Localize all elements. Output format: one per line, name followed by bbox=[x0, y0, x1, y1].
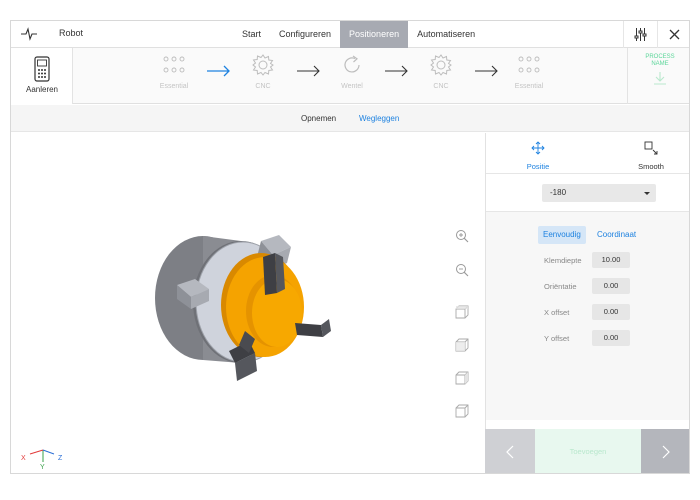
sub-tabs: Opnemen Wegleggen bbox=[11, 105, 689, 132]
tab-configureren[interactable]: Configureren bbox=[270, 21, 340, 48]
step-label: Essential bbox=[159, 83, 189, 90]
axis-x-label: X bbox=[21, 455, 26, 462]
step-label: CNC bbox=[255, 83, 271, 90]
top-bar: Robot Start Configureren Positioneren Au… bbox=[11, 21, 689, 48]
tab-smooth-label: Smooth bbox=[638, 162, 664, 171]
add-button[interactable]: Toevoegen bbox=[535, 429, 641, 473]
angle-select-value: -180 bbox=[550, 188, 567, 197]
close-icon bbox=[669, 29, 680, 40]
app-window: Robot Start Configureren Positioneren Au… bbox=[10, 20, 690, 474]
teach-pendant-button[interactable]: Aanleren bbox=[11, 48, 73, 104]
y-offset-label: Y offset bbox=[544, 334, 570, 343]
smooth-corner-icon bbox=[644, 141, 658, 155]
x-offset-label: X offset bbox=[544, 308, 570, 317]
move-arrows-icon bbox=[531, 141, 545, 155]
pulse-icon[interactable] bbox=[21, 27, 37, 41]
divider bbox=[486, 173, 689, 174]
chevron-right-icon bbox=[662, 445, 670, 459]
gear-icon bbox=[252, 54, 274, 76]
step-cnc-2[interactable]: CNC bbox=[411, 54, 471, 90]
subtab-opnemen[interactable]: Opnemen bbox=[301, 114, 336, 123]
y-offset-input[interactable]: 0.00 bbox=[592, 330, 630, 346]
step-wentel[interactable]: Wentel bbox=[322, 54, 382, 90]
axis-z-label: Z bbox=[58, 455, 63, 462]
process-name-label: PROCESS NAME bbox=[645, 54, 675, 67]
x-offset-input[interactable]: 0.00 bbox=[592, 304, 630, 320]
dots-grid-icon bbox=[163, 56, 185, 73]
tab-positioneren[interactable]: Positioneren bbox=[340, 21, 409, 48]
sliders-icon bbox=[634, 28, 647, 41]
orientatie-label: Oriëntatie bbox=[544, 282, 577, 291]
axis-y-label: Y bbox=[40, 464, 45, 470]
arrow-right-icon bbox=[297, 65, 320, 77]
properties-panel: Positie Smooth -180 Eenvoudig Coordinaat… bbox=[485, 133, 689, 473]
gear-icon bbox=[430, 54, 452, 76]
dots-grid-icon bbox=[518, 56, 540, 73]
next-button[interactable] bbox=[641, 429, 689, 473]
teach-pendant-icon bbox=[34, 56, 50, 82]
step-cnc-1[interactable]: CNC bbox=[233, 54, 293, 90]
download-icon bbox=[653, 72, 666, 85]
app-title: Robot bbox=[59, 28, 84, 38]
3d-viewport[interactable]: X Y Z bbox=[11, 133, 484, 473]
process-name-button[interactable]: PROCESS NAME bbox=[627, 48, 689, 104]
teach-label: Aanleren bbox=[25, 85, 59, 94]
close-button[interactable] bbox=[657, 21, 689, 48]
step-label: Wentel bbox=[341, 83, 363, 90]
step-label: CNC bbox=[433, 83, 449, 90]
view-cube-top-icon[interactable] bbox=[455, 305, 469, 319]
step-essential-1[interactable]: Essential bbox=[144, 54, 204, 90]
panel-footer: Toevoegen bbox=[485, 429, 689, 473]
tab-start[interactable]: Start bbox=[233, 21, 270, 48]
chevron-left-icon bbox=[506, 445, 514, 459]
zoom-out-icon[interactable] bbox=[455, 263, 469, 277]
arrow-right-icon bbox=[475, 65, 498, 77]
rotate-icon bbox=[344, 55, 360, 73]
previous-button[interactable] bbox=[485, 429, 535, 473]
angle-select[interactable]: -180 bbox=[542, 184, 656, 202]
mode-coordinaat-button[interactable]: Coordinaat bbox=[592, 226, 641, 244]
view-cube-side-icon[interactable] bbox=[455, 371, 469, 385]
axes-indicator: X Y Z bbox=[21, 449, 63, 470]
main-nav: Start Configureren Positioneren Automati… bbox=[233, 21, 484, 48]
view-cube-iso-icon[interactable] bbox=[455, 404, 469, 418]
arrow-right-icon-active bbox=[207, 65, 230, 77]
arrow-right-icon bbox=[385, 65, 408, 77]
settings-sliders-button[interactable] bbox=[623, 21, 657, 48]
tab-positie-label: Positie bbox=[526, 162, 550, 171]
tab-automatiseren[interactable]: Automatiseren bbox=[408, 21, 484, 48]
mode-eenvoudig-button[interactable]: Eenvoudig bbox=[538, 226, 586, 244]
klemdiepte-input[interactable]: 10.00 bbox=[592, 252, 630, 268]
process-steps-bar: Aanleren Essential CNC Wentel CNC Essent… bbox=[11, 48, 689, 104]
klemdiepte-label: Klemdiepte bbox=[544, 256, 582, 265]
zoom-in-icon[interactable] bbox=[455, 229, 469, 243]
tab-smooth[interactable]: Smooth bbox=[621, 141, 681, 171]
step-label: Essential bbox=[514, 83, 544, 90]
chevron-down-icon bbox=[644, 192, 650, 195]
step-essential-2[interactable]: Essential bbox=[499, 54, 559, 90]
subtab-wegleggen[interactable]: Wegleggen bbox=[359, 114, 399, 123]
view-cube-front-icon[interactable] bbox=[455, 338, 469, 352]
orientatie-input[interactable]: 0.00 bbox=[592, 278, 630, 294]
lathe-chuck-model[interactable] bbox=[151, 213, 341, 383]
tab-positie[interactable]: Positie bbox=[508, 141, 568, 171]
mode-section: Eenvoudig Coordinaat Klemdiepte 10.00 Or… bbox=[486, 212, 689, 420]
